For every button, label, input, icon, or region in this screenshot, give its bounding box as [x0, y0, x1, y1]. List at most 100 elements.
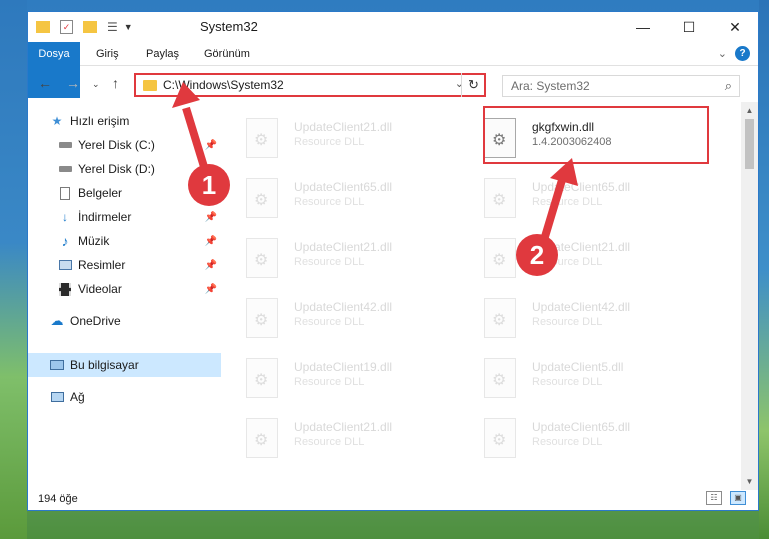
scrollbar-thumb[interactable]: [745, 119, 754, 169]
file-name: UpdateClient21.dll: [532, 240, 631, 254]
customize-toolbar-icon[interactable]: ▼: [124, 22, 133, 32]
file-name: UpdateClient65.dll: [532, 180, 631, 194]
folder-icon: [143, 79, 157, 91]
list-item[interactable]: ⚙ UpdateClient42.dll Resource DLL: [462, 290, 687, 346]
sidebar-item-label: Ağ: [70, 390, 85, 404]
sidebar-item-label: Videolar: [78, 282, 122, 296]
list-item[interactable]: ⚙ UpdateClient19.dll Resource DLL: [224, 350, 449, 406]
sidebar-item-label: OneDrive: [70, 314, 121, 328]
file-description: Resource DLL: [294, 436, 365, 448]
dll-file-icon: ⚙: [484, 118, 516, 158]
list-item[interactable]: ⚙ UpdateClient21.dll Resource DLL: [224, 110, 449, 166]
sidebar-item-videos[interactable]: Videolar 📌: [58, 277, 221, 301]
dll-file-icon: ⚙: [246, 418, 278, 458]
pictures-icon: [58, 258, 72, 272]
title-bar: ✓ ☰ ▼ System32 — ☐ ✕: [28, 12, 758, 42]
status-bar: 194 öğe ☷ ▣: [28, 488, 758, 510]
folder-icon[interactable]: [36, 21, 50, 33]
pin-icon[interactable]: 📌: [205, 284, 217, 295]
search-placeholder[interactable]: Ara: System32: [511, 79, 590, 93]
tab-home[interactable]: Giriş: [86, 42, 129, 66]
sidebar-item-label: Bu bilgisayar: [70, 358, 139, 372]
pin-icon[interactable]: 📌: [205, 188, 217, 199]
sidebar-item-this-pc[interactable]: Bu bilgisayar: [28, 353, 221, 377]
file-description: Resource DLL: [532, 436, 603, 448]
file-name: UpdateClient19.dll: [294, 360, 393, 374]
address-bar[interactable]: C:\Windows\System32 ⌄ ↻: [134, 73, 486, 97]
refresh-button[interactable]: ↻: [461, 73, 485, 97]
vertical-scrollbar[interactable]: ▲ ▼: [741, 102, 758, 490]
file-explorer-window: ✓ ☰ ▼ System32 — ☐ ✕ Dosya Giriş Paylaş …: [27, 11, 759, 511]
dll-file-icon: ⚙: [484, 298, 516, 338]
view-options-icon[interactable]: ☰: [107, 20, 118, 34]
sidebar-item-label: Hızlı erişim: [70, 114, 130, 128]
list-item[interactable]: ⚙ UpdateClient21.dll Resource DLL: [224, 230, 449, 286]
quick-access-toolbar: ✓ ☰ ▼: [36, 18, 133, 36]
navigation-bar: ← → ⌄ ↑ C:\Windows\System32 ⌄ ↻ Ara: Sys…: [28, 66, 758, 102]
list-item[interactable]: ⚙ UpdateClient65.dll Resource DLL: [462, 410, 687, 466]
file-description: Resource DLL: [294, 136, 365, 148]
minimize-button[interactable]: —: [620, 12, 666, 42]
window-title: System32: [200, 19, 258, 34]
sidebar-item-pictures[interactable]: Resimler 📌: [58, 253, 221, 277]
close-button[interactable]: ✕: [712, 12, 758, 42]
maximize-button[interactable]: ☐: [666, 12, 712, 42]
dll-file-icon: ⚙: [484, 178, 516, 218]
details-view-icon[interactable]: ☷: [706, 491, 722, 505]
dll-file-icon: ⚙: [246, 298, 278, 338]
list-item[interactable]: ⚙ UpdateClient42.dll Resource DLL: [224, 290, 449, 346]
list-item[interactable]: ⚙ UpdateClient5.dll Resource DLL: [462, 350, 687, 406]
list-item[interactable]: ⚙ UpdateClient21.dll Resource DLL: [462, 230, 687, 286]
file-name: UpdateClient65.dll: [294, 180, 393, 194]
sidebar-item-onedrive[interactable]: ☁ OneDrive: [50, 309, 221, 333]
properties-icon[interactable]: ✓: [60, 20, 73, 34]
list-item[interactable]: ⚙ UpdateClient21.dll Resource DLL: [224, 410, 449, 466]
pin-icon[interactable]: 📌: [205, 236, 217, 247]
list-item[interactable]: ⚙ UpdateClient65.dll Resource DLL: [462, 170, 687, 226]
tab-view[interactable]: Görünüm: [194, 42, 260, 66]
pin-icon[interactable]: 📌: [205, 212, 217, 223]
address-path[interactable]: C:\Windows\System32: [163, 78, 284, 92]
sidebar-item-local-disk-d[interactable]: Yerel Disk (D:): [58, 157, 221, 181]
file-description: Resource DLL: [294, 376, 365, 388]
pin-icon[interactable]: 📌: [205, 140, 217, 151]
sidebar-item-music[interactable]: ♪ Müzik 📌: [58, 229, 221, 253]
tab-share[interactable]: Paylaş: [136, 42, 189, 66]
search-box[interactable]: Ara: System32 ⌕: [502, 75, 740, 97]
sidebar-item-quick-access[interactable]: ★ Hızlı erişim: [50, 109, 240, 133]
computer-icon: [50, 358, 64, 372]
expand-ribbon-icon[interactable]: ⌄: [718, 47, 727, 60]
sidebar-item-documents[interactable]: Belgeler 📌: [58, 181, 221, 205]
dll-file-icon: ⚙: [246, 358, 278, 398]
search-icon[interactable]: ⌕: [725, 78, 732, 94]
ribbon-controls: ⌄ ?: [718, 46, 750, 61]
help-icon[interactable]: ?: [735, 46, 750, 61]
star-icon: ★: [51, 114, 63, 128]
ribbon-tabs: Dosya Giriş Paylaş Görünüm ⌄ ?: [28, 42, 758, 98]
new-folder-icon[interactable]: [83, 21, 97, 33]
file-description: Resource DLL: [294, 316, 365, 328]
dll-file-icon: ⚙: [246, 238, 278, 278]
sidebar-item-local-disk-c[interactable]: Yerel Disk (C:) 📌: [58, 133, 221, 157]
sidebar-item-label: Yerel Disk (D:): [78, 162, 155, 176]
list-item[interactable]: ⚙ UpdateClient65.dll Resource DLL: [224, 170, 449, 226]
back-button[interactable]: ←: [38, 75, 52, 91]
desktop-background-left: [0, 0, 27, 539]
network-icon: [50, 390, 64, 404]
sidebar-item-downloads[interactable]: ↓ İndirmeler 📌: [58, 205, 221, 229]
pin-icon[interactable]: 📌: [205, 260, 217, 271]
recent-locations-icon[interactable]: ⌄: [92, 79, 100, 90]
large-icons-view-icon[interactable]: ▣: [730, 491, 746, 505]
forward-button[interactable]: →: [66, 75, 80, 91]
videos-icon: [58, 282, 72, 296]
downloads-icon: ↓: [62, 210, 68, 224]
file-version: 1.4.2003062408: [532, 136, 612, 148]
sidebar-item-label: Belgeler: [78, 186, 123, 200]
scroll-up-icon[interactable]: ▲: [741, 102, 758, 119]
list-item-gkgfxwin[interactable]: ⚙ gkgfxwin.dll 1.4.2003062408: [462, 110, 687, 166]
navigation-pane: ★ Hızlı erişim Yerel Disk (C:) 📌 Yerel D…: [28, 102, 221, 490]
file-description: Resource DLL: [532, 316, 603, 328]
sidebar-item-network[interactable]: Ağ: [50, 385, 221, 409]
music-icon: ♪: [61, 233, 69, 249]
up-button[interactable]: ↑: [112, 75, 119, 91]
